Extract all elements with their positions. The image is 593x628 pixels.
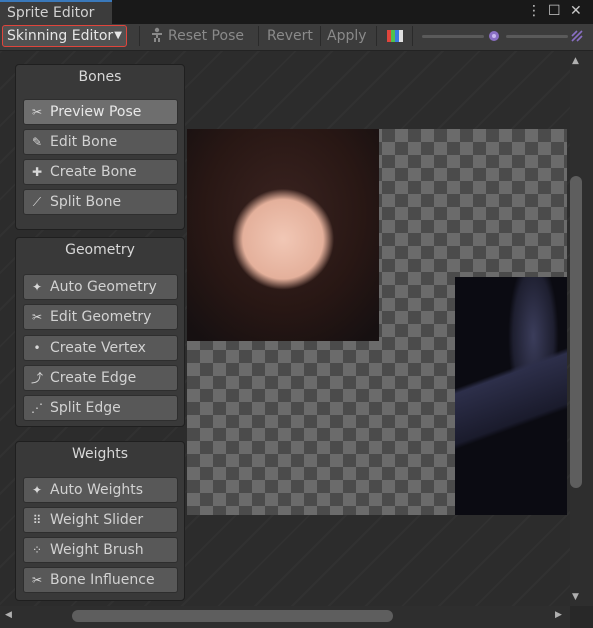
auto-geometry-button[interactable]: ✦ Auto Geometry <box>23 274 178 300</box>
create-edge-button[interactable]: ⤴ Create Edge <box>23 365 178 391</box>
vertical-scrollbar-thumb[interactable] <box>570 176 582 488</box>
create-vertex-label: Create Vertex <box>50 340 146 356</box>
scroll-right-arrow-icon[interactable]: ▶ <box>555 610 562 620</box>
split-edge-icon: ⋰ <box>31 401 43 415</box>
weight-slider-button[interactable]: ⠿ Weight Slider <box>23 507 178 533</box>
preview-pose-button[interactable]: ✂ Preview Pose <box>23 99 178 125</box>
edit-bone-button[interactable]: ✎ Edit Bone <box>23 129 178 155</box>
edit-geometry-icon: ✂ <box>31 310 43 324</box>
weights-panel-title: Weights <box>71 446 129 462</box>
sprite-character-face[interactable] <box>187 129 379 341</box>
bone-influence-button[interactable]: ✂ Bone Influence <box>23 567 178 593</box>
apply-button[interactable]: Apply <box>327 25 367 47</box>
maximize-icon[interactable]: ☐ <box>548 0 561 24</box>
split-bone-button[interactable]: ⟋ Split Bone <box>23 189 178 215</box>
mode-dropdown[interactable]: Skinning Editor ▼ <box>2 25 127 47</box>
preview-pose-icon: ✂ <box>31 105 43 119</box>
create-vertex-icon: • <box>33 341 41 355</box>
toolbar-separator <box>139 26 140 46</box>
geometry-panel: Geometry ✦ Auto Geometry ✂ Edit Geometry… <box>15 237 185 427</box>
weights-panel: Weights ✦ Auto Weights ⠿ Weight Slider ⁘… <box>15 441 185 601</box>
mode-dropdown-label: Skinning Editor <box>7 28 114 44</box>
sprite-visibility-icon <box>488 30 500 42</box>
bone-influence-label: Bone Influence <box>50 572 155 588</box>
create-edge-icon: ⤴ <box>30 371 43 385</box>
window-tab-bar: Sprite Editor ⋮ ☐ ✕ <box>0 0 593 24</box>
weight-brush-icon: ⁘ <box>31 543 43 557</box>
create-bone-label: Create Bone <box>50 164 137 180</box>
mesh-icon <box>571 30 583 42</box>
weight-brush-label: Weight Brush <box>50 542 144 558</box>
scroll-down-arrow-icon[interactable]: ▼ <box>572 592 579 602</box>
mesh-opacity-slider[interactable] <box>506 35 568 38</box>
bones-panel: Bones ✂ Preview Pose ✎ Edit Bone ✚ Creat… <box>15 64 185 230</box>
scroll-up-arrow-icon[interactable]: ▲ <box>572 56 579 66</box>
create-bone-button[interactable]: ✚ Create Bone <box>23 159 178 185</box>
split-bone-icon: ⟋ <box>32 195 42 209</box>
auto-weights-label: Auto Weights <box>50 482 144 498</box>
sprite-canvas[interactable]: Bones ✂ Preview Pose ✎ Edit Bone ✚ Creat… <box>0 51 570 606</box>
close-icon[interactable]: ✕ <box>570 0 582 24</box>
auto-geometry-label: Auto Geometry <box>50 279 157 295</box>
sprite-mechanical-arm[interactable] <box>455 277 567 515</box>
auto-weights-icon: ✦ <box>31 483 43 497</box>
bone-influence-icon: ✂ <box>31 573 43 587</box>
toolbar-separator <box>412 26 413 46</box>
bones-panel-title: Bones <box>78 69 122 85</box>
weight-slider-icon: ⠿ <box>32 513 42 527</box>
sprite-alpha-slider[interactable] <box>422 35 484 38</box>
weight-brush-button[interactable]: ⁘ Weight Brush <box>23 537 178 563</box>
split-edge-label: Split Edge <box>50 400 121 416</box>
reset-pose-button[interactable]: Reset Pose <box>168 25 244 47</box>
edit-bone-icon: ✎ <box>31 135 43 149</box>
create-vertex-button[interactable]: • Create Vertex <box>23 335 178 361</box>
edit-bone-label: Edit Bone <box>50 134 118 150</box>
weight-slider-label: Weight Slider <box>50 512 144 528</box>
toolbar-separator <box>258 26 259 46</box>
chevron-down-icon: ▼ <box>114 30 122 41</box>
toolbar: Skinning Editor ▼ Reset Pose Revert Appl… <box>0 24 593 51</box>
toolbar-separator <box>376 26 377 46</box>
auto-weights-button[interactable]: ✦ Auto Weights <box>23 477 178 503</box>
color-channels-icon[interactable] <box>387 30 403 42</box>
reset-pose-icon <box>149 25 165 47</box>
toolbar-separator <box>320 26 321 46</box>
edit-geometry-button[interactable]: ✂ Edit Geometry <box>23 304 178 330</box>
split-edge-button[interactable]: ⋰ Split Edge <box>23 395 178 421</box>
revert-button[interactable]: Revert <box>267 25 313 47</box>
more-options-icon[interactable]: ⋮ <box>527 0 541 24</box>
tab-sprite-editor[interactable]: Sprite Editor <box>0 0 112 24</box>
create-edge-label: Create Edge <box>50 370 137 386</box>
geometry-panel-title: Geometry <box>65 242 135 258</box>
split-bone-label: Split Bone <box>50 194 122 210</box>
auto-geometry-icon: ✦ <box>31 280 43 294</box>
scroll-left-arrow-icon[interactable]: ◀ <box>5 610 12 620</box>
horizontal-scrollbar-thumb[interactable] <box>72 610 393 622</box>
edit-geometry-label: Edit Geometry <box>50 309 152 325</box>
create-bone-icon: ✚ <box>31 165 43 179</box>
preview-pose-label: Preview Pose <box>50 104 142 120</box>
